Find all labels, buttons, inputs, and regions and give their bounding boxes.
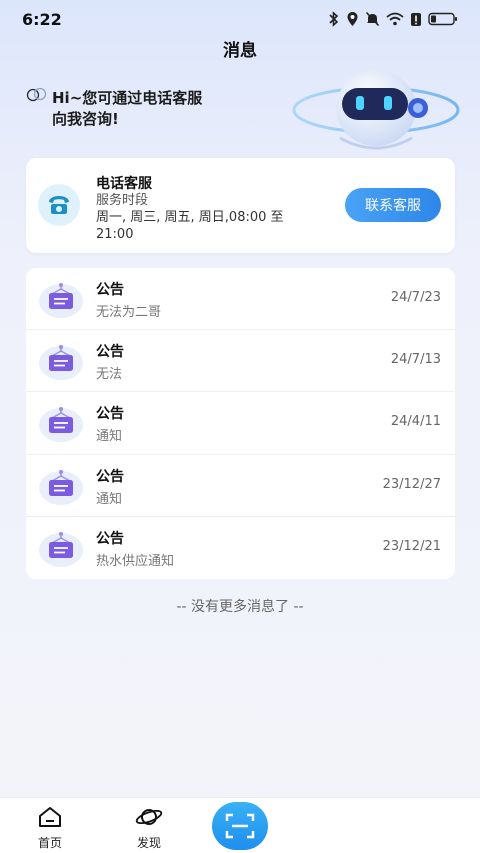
nav-home[interactable]: 首页 xyxy=(20,806,80,851)
bluetooth-icon xyxy=(329,11,339,27)
phone-service-hours: 周一, 周三, 周五, 周日,08:00 至 21:00 xyxy=(96,210,284,242)
bottom-nav: 首页 发现 xyxy=(0,797,480,853)
phone-icon-circle xyxy=(38,184,80,226)
scan-button[interactable] xyxy=(212,802,268,850)
message-list: 公告 无法为二哥 24/7/23 公告 无法 24/7/13 公告 通知 24/4/11 公… xyxy=(26,268,455,579)
message-date: 24/7/13 xyxy=(390,352,441,368)
message-title: 公告 xyxy=(96,344,124,361)
message-item[interactable]: 公告通知 23/12/27 xyxy=(26,455,455,517)
message-preview: 通知 xyxy=(96,429,123,445)
alert-icon xyxy=(411,12,421,26)
message-title: 公告 xyxy=(96,406,124,423)
message-item[interactable]: 公告热水供应通知 23/12/21 xyxy=(26,517,455,579)
telephone-icon xyxy=(49,196,69,214)
message-item[interactable]: 公告无法 24/7/13 xyxy=(26,330,455,393)
notice-board-icon xyxy=(39,283,83,318)
contact-service-button[interactable]: 联系客服 xyxy=(345,188,441,222)
message-preview: 热水供应通知 xyxy=(96,553,175,569)
nav-discover[interactable]: 发现 xyxy=(119,806,179,851)
hero-greeting-line2: 向我咨询! xyxy=(52,110,119,128)
message-date: 24/7/23 xyxy=(390,290,441,305)
nav-discover-label: 发现 xyxy=(136,836,161,850)
message-title: 公告 xyxy=(96,282,124,298)
notice-board-icon xyxy=(39,345,83,381)
nav-home-label: 首页 xyxy=(37,836,62,850)
notice-board-icon xyxy=(39,407,83,443)
phone-service-title: 电话客服 xyxy=(96,176,152,192)
message-item[interactable]: 公告无法为二哥 24/7/23 xyxy=(26,268,455,331)
phone-service-subtitle: 服务时段 xyxy=(96,193,149,208)
location-icon xyxy=(347,12,358,26)
robot-mascot-icon xyxy=(292,70,460,150)
message-date: 23/12/27 xyxy=(382,476,441,492)
home-icon xyxy=(39,807,61,827)
wifi-icon xyxy=(386,12,404,26)
hero-greeting: Hi~您可通过电话客服 向我咨询! xyxy=(26,88,266,130)
hero-greeting-line1: Hi~您可通过电话客服 xyxy=(52,89,203,107)
notice-board-icon xyxy=(39,531,83,567)
status-time: 6:22 xyxy=(22,9,62,29)
planet-icon xyxy=(135,809,163,825)
status-icons xyxy=(328,11,458,27)
message-preview: 无法 xyxy=(96,367,123,383)
message-date: 24/4/11 xyxy=(390,414,441,430)
message-date: 23/12/21 xyxy=(382,538,441,554)
message-preview: 通知 xyxy=(96,491,123,507)
message-item[interactable]: 公告通知 24/4/11 xyxy=(26,392,455,455)
chat-bubble-icon xyxy=(26,88,47,102)
message-title: 公告 xyxy=(96,530,124,547)
status-bar: 6:22 xyxy=(0,0,480,38)
battery-icon xyxy=(428,12,457,26)
mute-icon xyxy=(365,11,380,27)
notice-board-icon xyxy=(39,469,83,505)
message-preview: 无法为二哥 xyxy=(96,305,162,320)
phone-service-card: 电话客服 服务时段 周一, 周三, 周五, 周日,08:00 至 21:00 联… xyxy=(26,158,455,253)
scan-icon xyxy=(225,813,255,839)
message-title: 公告 xyxy=(96,468,124,485)
list-end-text: -- 没有更多消息了 -- xyxy=(176,599,304,615)
